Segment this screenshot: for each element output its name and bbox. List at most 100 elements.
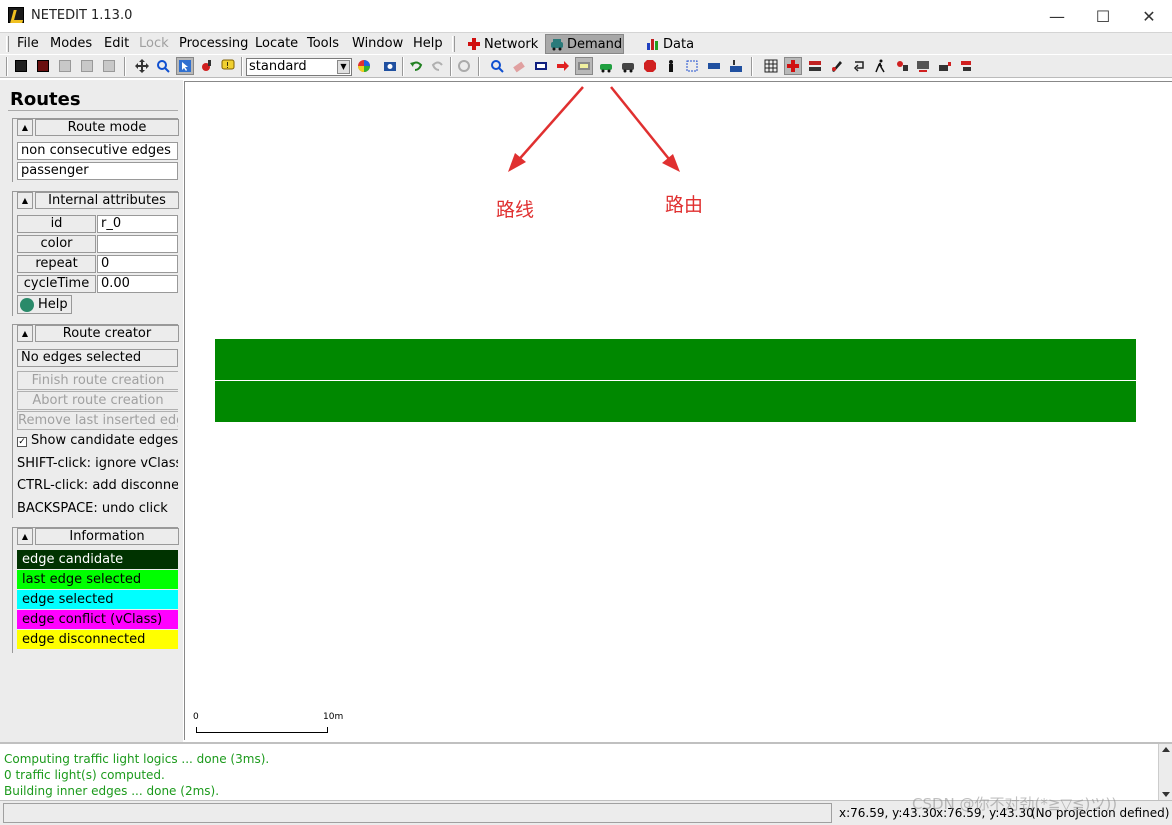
- menu-edit[interactable]: Edit: [104, 36, 129, 51]
- redo-button[interactable]: [429, 57, 447, 75]
- menu-lock[interactable]: Lock: [139, 36, 169, 51]
- color-scheme-select[interactable]: standard ▼: [246, 58, 352, 76]
- save-additionals-button[interactable]: [78, 57, 96, 75]
- attr-color-button[interactable]: color: [17, 235, 96, 253]
- collapse-arrow-icon[interactable]: ▲: [17, 192, 33, 209]
- toolbar-separator: [450, 57, 452, 76]
- internal-attributes-header: ▲ Internal attributes: [17, 192, 179, 210]
- show-person-plans-button[interactable]: [871, 57, 889, 75]
- close-button[interactable]: ✕: [1126, 0, 1172, 32]
- abort-route-button[interactable]: Abort route creation: [17, 391, 178, 410]
- save-data-button[interactable]: [56, 57, 74, 75]
- hint-ctrl: CTRL-click: add disconnected: [17, 478, 178, 493]
- person-plan-icon: [686, 60, 698, 72]
- inspect-mode-button[interactable]: [154, 57, 172, 75]
- show-candidates-label: Show candidate edges: [31, 433, 178, 448]
- maximize-button[interactable]: ☐: [1080, 0, 1126, 32]
- message-scrollbar[interactable]: [1158, 744, 1172, 800]
- supermode-network-tab[interactable]: Network: [463, 34, 541, 54]
- supermode-data-tab[interactable]: Data: [642, 34, 708, 54]
- container-plan-icon: [730, 60, 742, 72]
- route-mode-button[interactable]: [575, 57, 593, 75]
- edit-coloring-button[interactable]: [355, 57, 373, 75]
- demand-select-button[interactable]: [532, 57, 550, 75]
- toolbar-separator: [478, 57, 480, 76]
- attr-cycletime-field[interactable]: 0.00: [97, 275, 178, 293]
- vehicle-mode-button[interactable]: [597, 57, 615, 75]
- toggle-junction-shape-button[interactable]: [784, 57, 802, 75]
- save-demand-button[interactable]: [34, 57, 52, 75]
- stop-mode-button[interactable]: [641, 57, 659, 75]
- route-mode-combo[interactable]: non consecutive edges: [17, 142, 178, 160]
- show-candidates-checkbox[interactable]: ✓ Show candidate edges: [17, 433, 178, 448]
- show-container-plans-button[interactable]: [914, 57, 932, 75]
- title-bar: NETEDIT 1.13.0 — ☐ ✕: [0, 0, 1172, 32]
- toolbar: ! standard ▼: [0, 54, 1172, 78]
- toggle-grid-button[interactable]: [762, 57, 780, 75]
- move-mode-button[interactable]: [133, 57, 151, 75]
- message-window[interactable]: Computing traffic light logics ... done …: [0, 742, 1172, 800]
- supermode-demand-tab[interactable]: Demand: [545, 34, 624, 54]
- menu-grip: [452, 36, 455, 52]
- attr-color-field[interactable]: [97, 235, 178, 253]
- show-shapes-button[interactable]: [828, 57, 846, 75]
- minimize-button[interactable]: —: [1034, 0, 1080, 32]
- show-trips-button[interactable]: [850, 57, 868, 75]
- demand-delete-button[interactable]: [510, 57, 528, 75]
- menu-processing[interactable]: Processing: [179, 36, 248, 51]
- lock-container-button[interactable]: [936, 57, 954, 75]
- attr-id-field[interactable]: r_0: [97, 215, 178, 233]
- delete-mode-button[interactable]: [197, 57, 215, 75]
- menu-locate[interactable]: Locate: [255, 36, 298, 51]
- screenshot-button[interactable]: [381, 57, 399, 75]
- scale-start-label: 0: [193, 712, 199, 722]
- edge-lane-bottom[interactable]: [215, 381, 1136, 422]
- supermode-data-label: Data: [663, 36, 695, 52]
- toggle-grid-button[interactable]: [455, 57, 473, 75]
- menu-tools[interactable]: Tools: [307, 36, 339, 51]
- select-mode-button[interactable]: [176, 57, 194, 75]
- scroll-down-icon[interactable]: [1162, 792, 1170, 797]
- person-mode-button[interactable]: [662, 57, 680, 75]
- car-icon: [550, 37, 564, 51]
- menu-help[interactable]: Help: [413, 36, 443, 51]
- lock-person-button[interactable]: [893, 57, 911, 75]
- toolbar-separator: [6, 57, 8, 76]
- save-tls-button[interactable]: [100, 57, 118, 75]
- draw-spread-vehicles-button[interactable]: [806, 57, 824, 75]
- container-plan-button[interactable]: [727, 57, 745, 75]
- menu-modes[interactable]: Modes: [50, 36, 92, 51]
- menu-window[interactable]: Window: [352, 36, 403, 51]
- undo-button[interactable]: [407, 57, 425, 75]
- vclass-combo[interactable]: passenger: [17, 162, 178, 180]
- vehicle-type-button[interactable]: [619, 57, 637, 75]
- route-creator-label: Route creator: [35, 325, 179, 342]
- red-cross-icon: [787, 60, 799, 72]
- demand-inspect-button[interactable]: [488, 57, 506, 75]
- floppy-disabled-icon: [103, 60, 115, 72]
- collapse-arrow-icon[interactable]: ▲: [17, 119, 33, 136]
- network-canvas[interactable]: 路线 路由 0 10m: [184, 81, 1172, 740]
- collapse-arrow-icon[interactable]: ▲: [17, 325, 33, 342]
- help-button[interactable]: Help: [17, 295, 72, 314]
- show-overlapped-routes-button[interactable]: [957, 57, 975, 75]
- save-network-button[interactable]: [12, 57, 30, 75]
- scroll-up-icon[interactable]: [1162, 747, 1170, 752]
- title-divider: [8, 110, 178, 111]
- info-mode-button[interactable]: !: [219, 57, 237, 75]
- remove-last-edge-button[interactable]: Remove last inserted edge: [17, 411, 178, 430]
- person-plan-button[interactable]: [683, 57, 701, 75]
- demand-move-button[interactable]: [554, 57, 572, 75]
- attr-repeat-field[interactable]: 0: [97, 255, 178, 273]
- edge-lane-top[interactable]: [215, 339, 1136, 380]
- menu-grip: [6, 36, 9, 52]
- bar-chart-icon: [646, 37, 660, 51]
- container-mode-button[interactable]: [705, 57, 723, 75]
- collapse-arrow-icon[interactable]: ▲: [17, 528, 33, 545]
- trip-arrow-icon: [853, 61, 864, 72]
- magnifier-icon: [491, 60, 504, 73]
- help-icon: [20, 297, 34, 312]
- route-mode-header: ▲ Route mode: [17, 119, 179, 137]
- menu-file[interactable]: File: [17, 36, 39, 51]
- finish-route-button[interactable]: Finish route creation: [17, 371, 178, 390]
